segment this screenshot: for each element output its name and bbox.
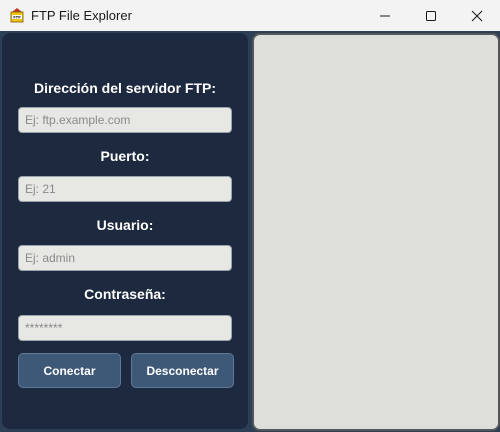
username-label: Usuario: xyxy=(96,217,154,233)
username-input[interactable] xyxy=(18,245,232,271)
port-input[interactable] xyxy=(18,176,232,202)
connection-panel: Dirección del servidor FTP: Puerto: Usua… xyxy=(2,33,248,429)
password-input[interactable] xyxy=(18,315,232,341)
maximize-button[interactable] xyxy=(408,0,454,31)
title-bar: FTP FTP File Explorer xyxy=(0,0,500,32)
minimize-icon xyxy=(380,15,390,16)
close-button[interactable] xyxy=(454,0,500,31)
connect-button[interactable]: Conectar xyxy=(18,353,121,388)
file-explorer-area[interactable] xyxy=(252,33,500,431)
minimize-button[interactable] xyxy=(362,0,408,31)
svg-text:FTP: FTP xyxy=(13,15,21,19)
window-title: FTP File Explorer xyxy=(31,8,132,23)
close-icon xyxy=(471,10,483,21)
server-address-input[interactable] xyxy=(18,107,232,133)
port-label: Puerto: xyxy=(100,148,150,164)
ftp-app-icon: FTP xyxy=(10,8,24,23)
maximize-icon xyxy=(426,10,436,21)
password-label: Contraseña: xyxy=(84,286,166,302)
disconnect-button[interactable]: Desconectar xyxy=(131,353,234,388)
server-address-label: Dirección del servidor FTP: xyxy=(33,80,217,96)
